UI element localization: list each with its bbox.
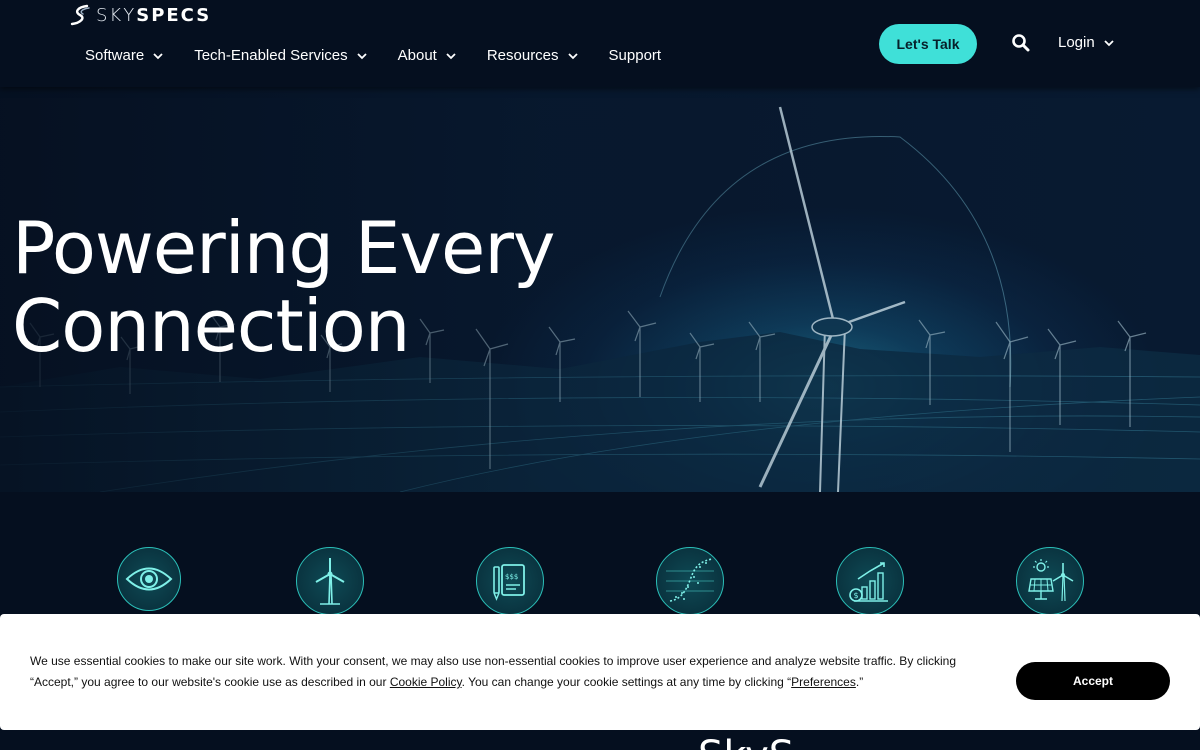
solar-wind-icon bbox=[1016, 547, 1084, 615]
section-heading-partial: SkyS bbox=[698, 733, 794, 750]
preferences-link[interactable]: Preferences bbox=[791, 675, 856, 689]
cookie-banner: We use essential cookies to make our sit… bbox=[0, 614, 1200, 730]
nav-item-label: Software bbox=[85, 47, 145, 64]
nav-item-label: Resources bbox=[486, 47, 559, 64]
chevron-down-icon bbox=[446, 52, 456, 59]
hero-banner: Powering Every Connection bbox=[0, 87, 1200, 492]
svg-text:$: $ bbox=[854, 591, 859, 600]
login-menu[interactable]: Login bbox=[1058, 34, 1115, 51]
nav-item-label: Support bbox=[608, 47, 662, 64]
lets-talk-button[interactable]: Let's Talk bbox=[879, 24, 977, 64]
nav-item-label: Tech-Enabled Services bbox=[194, 47, 348, 64]
chevron-down-icon bbox=[567, 52, 578, 59]
hero-title-line-2: Connection bbox=[12, 284, 410, 368]
logo-text: SKYSPECS bbox=[96, 4, 212, 26]
logo-mark-icon bbox=[70, 4, 90, 26]
hero-title-line-1: Powering Every bbox=[12, 206, 556, 290]
growth-chart-icon: $ bbox=[836, 547, 904, 615]
cookie-policy-link[interactable]: Cookie Policy bbox=[390, 675, 462, 689]
nav-item-support[interactable]: Support bbox=[609, 47, 662, 64]
nav-item-about[interactable]: About bbox=[398, 47, 457, 64]
nav-item-tech-enabled-services[interactable]: Tech-Enabled Services bbox=[194, 47, 367, 64]
chevron-down-icon bbox=[1104, 39, 1114, 46]
nav-item-label: About bbox=[397, 47, 437, 64]
nav-item-resources[interactable]: Resources bbox=[487, 47, 579, 64]
cookie-message: We use essential cookies to make our sit… bbox=[30, 654, 956, 689]
chevron-down-icon bbox=[356, 52, 367, 59]
hero-title: Powering Every Connection bbox=[12, 209, 572, 365]
invoice-icon: $$$ bbox=[476, 547, 544, 615]
main-nav: Software Tech-Enabled Services About Res… bbox=[85, 47, 691, 64]
chevron-down-icon bbox=[153, 52, 163, 59]
accept-cookies-button[interactable]: Accept bbox=[1016, 662, 1170, 700]
feature-icons-row: $$$ $ bbox=[0, 492, 1200, 622]
svg-text:$$$: $$$ bbox=[505, 573, 518, 581]
login-label: Login bbox=[1058, 34, 1095, 51]
eye-icon bbox=[117, 547, 181, 611]
nav-item-software[interactable]: Software bbox=[85, 47, 164, 64]
data-curve-icon bbox=[656, 547, 724, 615]
search-icon[interactable] bbox=[1011, 33, 1031, 53]
skyspecs-logo[interactable]: SKYSPECS bbox=[70, 4, 211, 26]
site-header: SKYSPECS Software Tech-Enabled Services … bbox=[0, 0, 1200, 87]
wind-turbine-icon bbox=[296, 547, 364, 615]
